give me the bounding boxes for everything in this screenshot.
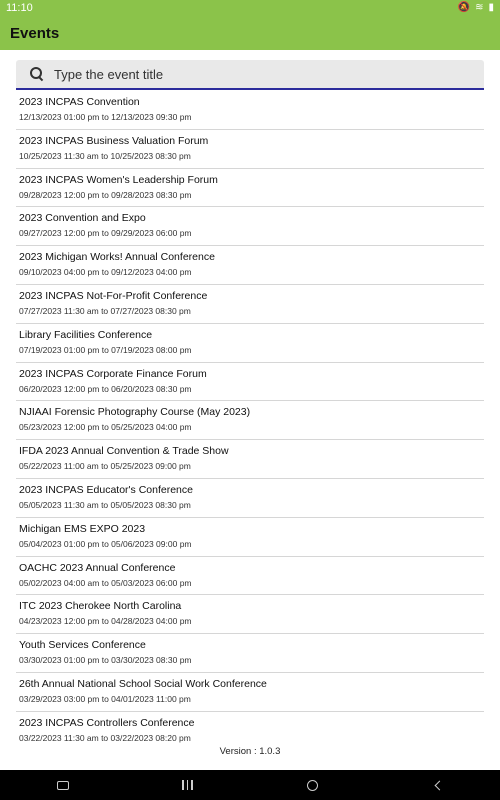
status-bar: 11:10 🔕 ≋ ▮ bbox=[0, 0, 500, 16]
event-list-item[interactable]: 2023 INCPAS Convention 12/13/2023 01:00 p… bbox=[16, 91, 484, 130]
page-title: Events bbox=[10, 24, 60, 42]
status-time: 11:10 bbox=[6, 2, 33, 14]
event-list-item[interactable]: 2023 INCPAS Educator's Conference 05/05/2… bbox=[16, 479, 484, 518]
event-list-item[interactable]: IFDA 2023 Annual Convention & Trade Show… bbox=[16, 440, 484, 479]
event-title: 2023 Michigan Works! Annual Conference bbox=[19, 251, 215, 264]
event-title: 2023 INCPAS Women's Leadership Forum bbox=[19, 173, 218, 186]
recents-icon bbox=[182, 780, 193, 790]
event-dates: 09/28/2023 12:00 pm to 09/28/2023 08:30 … bbox=[19, 189, 192, 200]
wifi-icon: ≋ bbox=[475, 2, 484, 13]
event-title: 26th Annual National School Social Work … bbox=[19, 677, 267, 690]
event-list-item[interactable]: 2023 INCPAS Controllers Conference 03/22/… bbox=[16, 712, 484, 743]
event-title: 2023 INCPAS Business Valuation Forum bbox=[19, 134, 209, 147]
event-title: IFDA 2023 Annual Convention & Trade Show bbox=[19, 445, 229, 458]
event-dates: 07/27/2023 11:30 am to 07/27/2023 08:30 … bbox=[19, 305, 191, 316]
event-list-item[interactable]: 26th Annual National School Social Work … bbox=[16, 673, 484, 712]
status-icons: 🔕 ≋ ▮ bbox=[458, 3, 494, 13]
event-dates: 09/27/2023 12:00 pm to 09/29/2023 06:00 … bbox=[19, 228, 192, 239]
navigation-bar bbox=[0, 770, 500, 800]
event-list-item[interactable]: Michigan EMS EXPO 2023 05/04/2023 01:00 p… bbox=[16, 518, 484, 557]
event-title: 2023 INCPAS Corporate Finance Forum bbox=[19, 367, 207, 380]
event-dates: 05/04/2023 01:00 pm to 05/06/2023 09:00 … bbox=[19, 538, 192, 549]
search-icon bbox=[30, 67, 44, 81]
event-title: 2023 Convention and Expo bbox=[19, 212, 146, 225]
event-dates: 03/30/2023 01:00 pm to 03/30/2023 08:30 … bbox=[19, 655, 192, 666]
event-title: NJIAAI Forensic Photography Course (May … bbox=[19, 406, 251, 419]
back-button[interactable] bbox=[418, 770, 458, 800]
event-dates: 10/25/2023 11:30 am to 10/25/2023 08:30 … bbox=[19, 150, 191, 161]
event-list-item[interactable]: OACHC 2023 Annual Conference 05/02/2023 0… bbox=[16, 557, 484, 596]
event-list-item[interactable]: 2023 Michigan Works! Annual Conference 09… bbox=[16, 246, 484, 285]
back-icon bbox=[434, 780, 445, 790]
event-dates: 07/19/2023 01:00 pm to 07/19/2023 08:00 … bbox=[19, 344, 192, 355]
event-dates: 12/13/2023 01:00 pm to 12/13/2023 09:30 … bbox=[19, 112, 192, 122]
event-title: 2023 INCPAS Convention bbox=[19, 96, 140, 108]
event-dates: 05/23/2023 12:00 pm to 05/25/2023 04:00 … bbox=[19, 422, 192, 433]
event-dates: 05/22/2023 11:00 am to 05/25/2023 09:00 … bbox=[19, 461, 191, 472]
event-title: 2023 INCPAS Not-For-Profit Conference bbox=[19, 289, 208, 302]
event-list-item[interactable]: 2023 INCPAS Not-For-Profit Conference 07/… bbox=[16, 285, 484, 324]
keyboard-icon bbox=[56, 780, 69, 790]
event-title: 2023 INCPAS Controllers Conference bbox=[19, 716, 195, 729]
event-dates: 04/23/2023 12:00 pm to 04/28/2023 04:00 … bbox=[19, 616, 192, 627]
event-dates: 09/10/2023 04:00 pm to 09/12/2023 04:00 … bbox=[19, 267, 192, 278]
event-dates: 05/05/2023 11:30 am to 05/05/2023 08:30 … bbox=[19, 499, 191, 510]
event-list-item[interactable]: 2023 Convention and Expo 09/27/2023 12:00… bbox=[16, 207, 484, 247]
mute-icon: 🔕 bbox=[457, 2, 471, 13]
event-dates: 03/29/2023 03:00 pm to 04/01/2023 11:00 … bbox=[19, 693, 191, 704]
event-title: Library Facilities Conference bbox=[19, 328, 153, 341]
search-placeholder: Type the event title bbox=[54, 66, 164, 82]
search-input[interactable]: Type the event title bbox=[16, 60, 484, 90]
event-title: ITC 2023 Cherokee North Carolina bbox=[19, 600, 182, 613]
event-list-item[interactable]: NJIAAI Forensic Photography Course (May … bbox=[16, 401, 484, 441]
event-title: Michigan EMS EXPO 2023 bbox=[19, 522, 146, 535]
event-list-item[interactable]: Youth Services Conference 03/30/2023 01:0… bbox=[16, 634, 484, 673]
event-list-item[interactable]: 2023 INCPAS Women's Leadership Forum 09/2… bbox=[16, 169, 484, 208]
keyboard-button[interactable] bbox=[43, 770, 83, 800]
battery-icon: ▮ bbox=[488, 2, 494, 13]
event-dates: 03/22/2023 11:30 am to 03/22/2023 08:20 … bbox=[19, 732, 191, 743]
event-list-item[interactable]: 2023 INCPAS Business Valuation Forum 10/2… bbox=[16, 130, 484, 169]
event-dates: 06/20/2023 12:00 pm to 06/20/2023 08:30 … bbox=[19, 383, 192, 394]
home-icon bbox=[307, 779, 318, 791]
recents-button[interactable] bbox=[168, 770, 208, 800]
event-title: Youth Services Conference bbox=[19, 639, 146, 652]
version-label: Version : 1.0.3 bbox=[219, 746, 281, 757]
event-list-item[interactable]: 2023 INCPAS Corporate Finance Forum 06/20… bbox=[16, 363, 484, 402]
app-bar: Events bbox=[0, 16, 500, 50]
event-list-item[interactable]: ITC 2023 Cherokee North Carolina 04/23/20… bbox=[16, 595, 484, 635]
event-title: 2023 INCPAS Educator's Conference bbox=[19, 483, 193, 496]
event-list[interactable]: 2023 INCPAS Convention 12/13/2023 01:00 p… bbox=[16, 91, 484, 743]
event-list-item[interactable]: Library Facilities Conference 07/19/2023 … bbox=[16, 324, 484, 363]
event-dates: 05/02/2023 04:00 am to 05/03/2023 06:00 … bbox=[19, 577, 192, 588]
home-button[interactable] bbox=[293, 770, 333, 800]
event-title: OACHC 2023 Annual Conference bbox=[19, 561, 176, 574]
